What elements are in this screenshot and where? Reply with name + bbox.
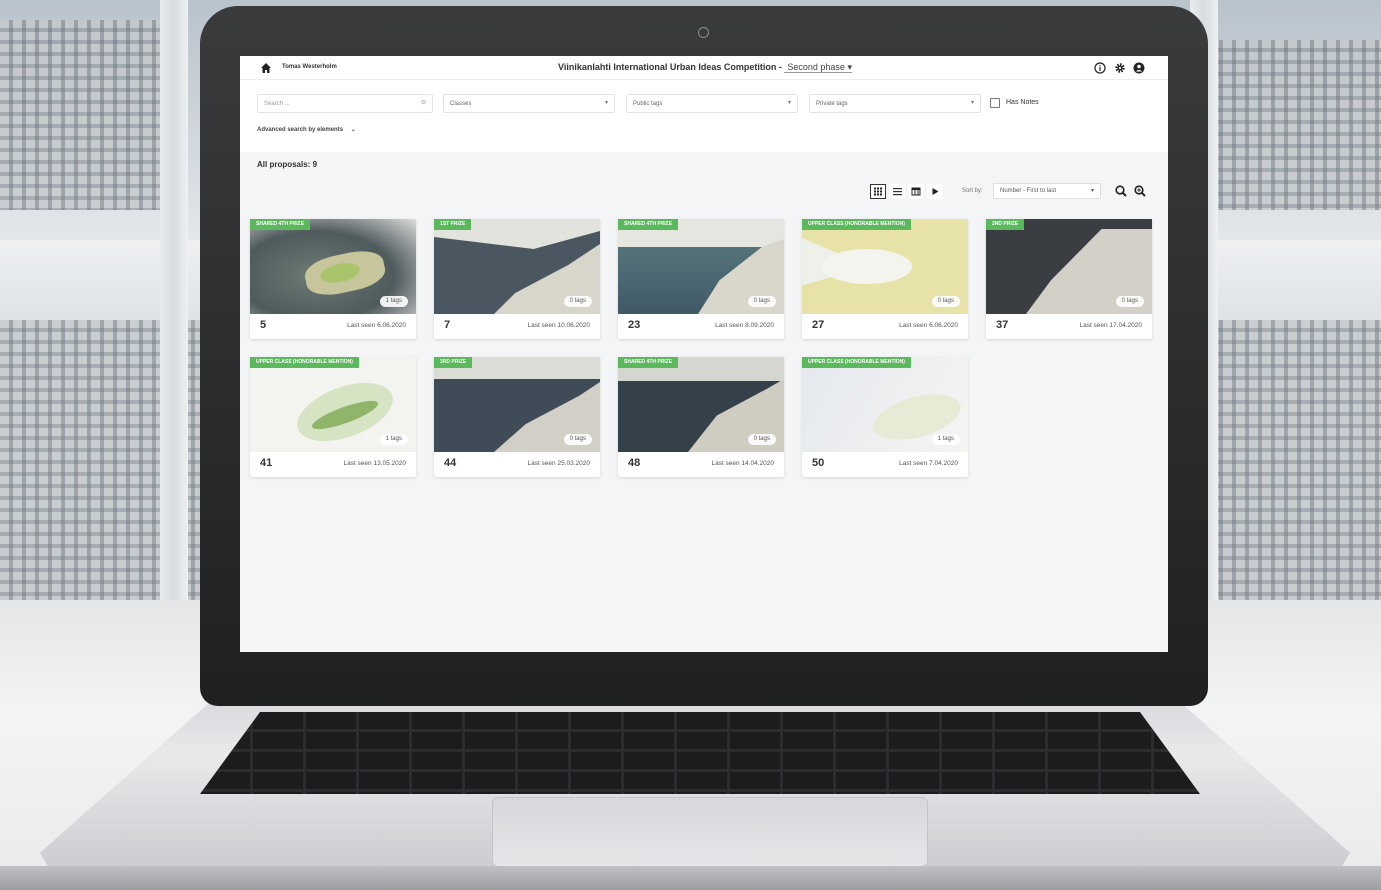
keyboard-keys [200, 712, 1200, 794]
competition-title: Viinikanlahti International Urban Ideas … [558, 62, 782, 72]
has-notes-label: Has Notes [1006, 99, 1039, 106]
prize-badge: 1ST PRIZE [434, 219, 472, 230]
tags-count[interactable]: 0 tags [747, 434, 776, 445]
tags-count[interactable]: 0 tags [931, 296, 960, 307]
list-view-button[interactable] [889, 184, 905, 199]
proposal-count: All proposals: 9 [257, 160, 318, 169]
prize-badge: 2ND PRIZE [986, 219, 1025, 230]
proposal-card[interactable]: SHARED 4TH PRIZE 1 tags 5 Last seen 6.06… [250, 219, 416, 339]
prize-badge: SHARED 4TH PRIZE [618, 219, 679, 230]
proposal-card[interactable]: 1ST PRIZE 0 tags 7 Last seen 10.06.2020 [434, 219, 600, 339]
proposal-number: 48 [628, 457, 641, 469]
proposal-number: 41 [260, 457, 273, 469]
prize-badge: UPPER CLASS (HONORABLE MENTION) [250, 357, 359, 368]
user-icon[interactable] [1133, 62, 1145, 74]
private-tags-select[interactable]: Private tags ▾ [809, 94, 981, 113]
tags-count[interactable]: 0 tags [563, 296, 592, 307]
list-icon [893, 188, 902, 196]
last-seen: Last seen 6.06.2020 [899, 322, 958, 329]
city-building [0, 20, 160, 210]
page-title: Viinikanlahti International Urban Ideas … [558, 62, 852, 73]
last-seen: Last seen 17.04.2020 [1079, 322, 1142, 329]
tags-count[interactable]: 1 tags [379, 296, 408, 307]
city-building [1210, 40, 1381, 210]
grid-icon [874, 187, 882, 196]
chevron-down-icon: ▾ [787, 100, 791, 106]
last-seen: Last seen 8.09.2020 [715, 322, 774, 329]
private-tags-label: Private tags [816, 101, 848, 107]
chevron-down-icon: ⌄ [350, 127, 356, 133]
window-mullion [160, 0, 188, 600]
proposal-number: 5 [260, 319, 267, 331]
grid-view-button[interactable] [870, 184, 886, 199]
top-bar: Tomas Westerholm Viinikanlahti Internati… [240, 56, 1168, 80]
prize-badge: UPPER CLASS (HONORABLE MENTION) [802, 357, 911, 368]
proposal-card[interactable]: SHARED 4TH PRIZE 0 tags 48 Last seen 14.… [618, 357, 784, 477]
classes-label: Classes [450, 101, 472, 107]
app-screen: Tomas Westerholm Viinikanlahti Internati… [240, 56, 1168, 652]
last-seen: Last seen 7.04.2020 [899, 460, 958, 467]
home-icon[interactable] [260, 62, 272, 74]
laptop-trackpad [492, 797, 928, 867]
tags-count[interactable]: 1 tags [379, 434, 408, 445]
prize-badge: SHARED 4TH PRIZE [618, 357, 679, 368]
proposal-number: 7 [444, 319, 451, 331]
zoom-out-icon[interactable] [1114, 184, 1128, 198]
zoom-in-icon[interactable] [1133, 184, 1147, 198]
proposal-card[interactable]: UPPER CLASS (HONORABLE MENTION) 1 tags 5… [802, 357, 968, 477]
search-icon: ⊙ [420, 100, 426, 106]
tags-count[interactable]: 0 tags [1115, 296, 1144, 307]
proposal-card[interactable]: UPPER CLASS (HONORABLE MENTION) 1 tags 4… [250, 357, 416, 477]
last-seen: Last seen 6.06.2020 [347, 322, 406, 329]
proposal-number: 23 [628, 319, 641, 331]
proposal-number: 37 [996, 319, 1009, 331]
prize-badge: 3RD PRIZE [434, 357, 473, 368]
desk-edge [0, 866, 1381, 890]
table-view-button[interactable] [908, 184, 924, 199]
table-icon [911, 187, 921, 196]
info-icon[interactable] [1094, 62, 1106, 74]
prize-badge: UPPER CLASS (HONORABLE MENTION) [802, 219, 911, 230]
tags-count[interactable]: 0 tags [747, 296, 776, 307]
last-seen: Last seen 13.05.2020 [343, 460, 406, 467]
tags-count[interactable]: 1 tags [931, 434, 960, 445]
public-tags-select[interactable]: Public tags ▾ [626, 94, 798, 113]
proposal-card[interactable]: SHARED 4TH PRIZE 0 tags 23 Last seen 8.0… [618, 219, 784, 339]
slideshow-view-button[interactable] [927, 184, 943, 199]
sort-value: Number - First to last [1000, 188, 1057, 194]
last-seen: Last seen 25.03.2020 [527, 460, 590, 467]
proposal-card[interactable]: 2ND PRIZE 0 tags 37 Last seen 17.04.2020 [986, 219, 1152, 339]
classes-select[interactable]: Classes ▾ [443, 94, 615, 113]
search-input[interactable]: Search ... ⊙ [257, 94, 433, 113]
play-icon [932, 188, 939, 195]
proposal-card[interactable]: 3RD PRIZE 0 tags 44 Last seen 25.03.2020 [434, 357, 600, 477]
prize-badge: SHARED 4TH PRIZE [250, 219, 311, 230]
last-seen: Last seen 10.06.2020 [527, 322, 590, 329]
proposal-number: 44 [444, 457, 457, 469]
search-placeholder: Search ... [264, 101, 290, 107]
user-name[interactable]: Tomas Westerholm [282, 64, 337, 70]
last-seen: Last seen 14.04.2020 [711, 460, 774, 467]
phase-selector[interactable]: Second phase ▾ [784, 62, 852, 73]
sort-select[interactable]: Number - First to last ▾ [993, 183, 1101, 199]
chevron-down-icon: ▾ [604, 100, 608, 106]
gear-icon[interactable] [1114, 62, 1126, 74]
advanced-search-label: Advanced search by elements [257, 127, 344, 133]
public-tags-label: Public tags [633, 101, 663, 107]
webcam-icon [698, 27, 709, 38]
has-notes-checkbox[interactable] [990, 98, 1000, 108]
proposal-card[interactable]: UPPER CLASS (HONORABLE MENTION) 0 tags 2… [802, 219, 968, 339]
tags-count[interactable]: 0 tags [563, 434, 592, 445]
chevron-down-icon: ▾ [1090, 188, 1094, 194]
proposal-number: 50 [812, 457, 825, 469]
filter-bar: Search ... ⊙ Classes ▾ Public tags ▾ Pri… [240, 80, 1168, 152]
phase-label: Second phase [787, 62, 845, 72]
proposal-number: 27 [812, 319, 825, 331]
advanced-search-toggle[interactable]: Advanced search by elements ⌄ [257, 126, 356, 133]
sort-label: Sort by: [962, 188, 983, 194]
chevron-down-icon: ▾ [970, 100, 974, 106]
city-building [1210, 320, 1381, 600]
